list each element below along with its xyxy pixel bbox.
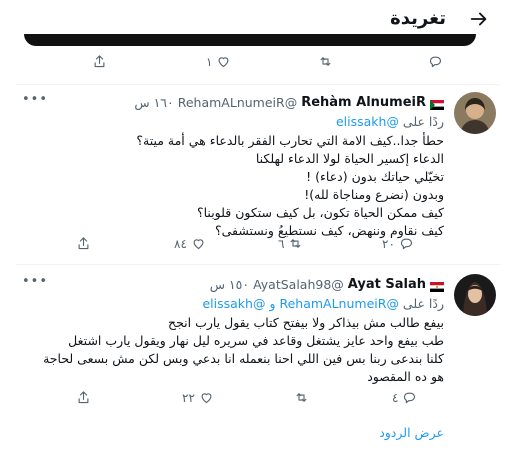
like-button[interactable]: ١ [206, 54, 231, 69]
heart-icon [219, 57, 229, 68]
like-count: ١ [206, 54, 213, 69]
heart-icon [193, 239, 204, 250]
reply-button[interactable]: ٢٠ [382, 236, 414, 251]
tweet-line: وبدون (نضرع ومناجاة لله)! [304, 187, 444, 202]
handle[interactable]: @AyatSalah98 [253, 277, 344, 292]
tweet-actions: ٨٤ ٦ ٢٠ [16, 236, 500, 256]
reply-tweet[interactable]: Ayat Salah @AyatSalah98 ١٥٠ س ••• ردًا ع… [16, 274, 500, 392]
share-icon [94, 55, 105, 68]
like-button[interactable]: ٢٢ [182, 390, 214, 405]
divider [16, 264, 500, 265]
tweet-line: كلنا بندعى ربنا بس فين اللي احنا بنعمله … [43, 351, 444, 366]
heart-icon [201, 393, 212, 404]
retweet-button[interactable] [294, 390, 309, 405]
timestamp[interactable]: ١٥٠ س [210, 277, 249, 292]
like-count: ٢٢ [182, 390, 195, 405]
like-count: ٨٤ [174, 236, 187, 251]
replying-to: ردًا على @RehamALnumeiR و @elissakh [202, 296, 444, 311]
reply-button[interactable]: ٤ [392, 390, 417, 405]
tweet-line: بيفع طالب مش بيذاكر ولا بيفتح كتاب يقول … [168, 315, 444, 330]
like-button[interactable]: ٨٤ [174, 236, 206, 251]
retweet-icon [291, 239, 301, 248]
share-icon [78, 237, 89, 250]
reply-count: ٢٠ [382, 236, 395, 251]
avatar[interactable] [454, 274, 496, 316]
tweet-line: الدعاء إكسير الحياة لولا الدعاء لهلكنا [255, 151, 444, 166]
retweet-button[interactable]: ٦ [278, 236, 303, 251]
replying-prefix: ردًا على [402, 114, 444, 129]
tweet-line: كيف ممكن الحياة تكون، بل كيف ستكون قلوبن… [196, 205, 444, 220]
reply-icon [400, 238, 412, 250]
reply-tweet[interactable]: Rehàm AlnumeiR @RehamALnumeiR ١٦٠ س ••• … [16, 92, 500, 260]
tweet-line: هو ده المقصود [367, 369, 444, 384]
more-options-icon[interactable]: ••• [22, 92, 48, 107]
page-title: تغريدة [390, 8, 446, 29]
mention-link[interactable]: @elissakh [202, 296, 265, 311]
replying-prefix: ردًا على [402, 296, 444, 311]
display-name[interactable]: Rehàm AlnumeiR [301, 95, 426, 110]
timestamp[interactable]: ١٦٠ س [134, 95, 173, 110]
tweet-text: بيفع طالب مش بيذاكر ولا بيفتح كتاب يقول … [43, 314, 444, 386]
handle[interactable]: @RehamALnumeiR [178, 95, 297, 110]
media-preview[interactable] [24, 34, 476, 46]
share-icon [78, 391, 89, 404]
tweet-header: Ayat Salah @AyatSalah98 ١٥٠ س [210, 277, 444, 292]
tweet-line: طب بيفع واحد عايز يشتغل وقاعد في سريره ل… [68, 333, 444, 348]
back-arrow-icon[interactable] [468, 8, 490, 30]
share-button[interactable] [76, 236, 91, 251]
tweet-actions: ٢٢ ٤ [16, 390, 500, 410]
mention-link[interactable]: @RehamALnumeiR [279, 296, 398, 311]
avatar[interactable] [454, 92, 496, 134]
tweet-header: Rehàm AlnumeiR @RehamALnumeiR ١٦٠ س [134, 95, 444, 110]
retweet-icon [296, 393, 307, 402]
top-bar: تغريدة [16, 0, 500, 38]
tweet-line: حطأ جدا..كيف الامة التي تحارب الفقر بالد… [136, 133, 444, 148]
retweet-count: ٦ [278, 236, 285, 251]
more-options-icon[interactable]: ••• [22, 274, 48, 289]
mentions-joiner: و [269, 296, 276, 311]
reply-icon [429, 56, 442, 68]
tweet-text: حطأ جدا..كيف الامة التي تحارب الفقر بالد… [136, 132, 444, 240]
tweet-line: تخيّلي حياتك بدون (دعاء) ! [306, 169, 444, 184]
share-button[interactable] [92, 54, 107, 69]
reply-button[interactable] [428, 54, 443, 69]
flag-icon [430, 280, 444, 292]
replying-to: ردًا على @elissakh [336, 114, 444, 129]
mention-link[interactable]: @elissakh [336, 114, 399, 129]
reply-icon [404, 392, 416, 404]
main-tweet-actions: ١ [16, 54, 500, 74]
display-name[interactable]: Ayat Salah [348, 277, 426, 292]
share-button[interactable] [76, 390, 91, 405]
retweet-icon [320, 57, 331, 66]
retweet-button[interactable] [318, 54, 333, 69]
show-replies-link[interactable]: عرض الردود [379, 425, 444, 440]
reply-count: ٤ [392, 390, 399, 405]
divider [16, 84, 500, 85]
flag-icon [430, 98, 444, 110]
